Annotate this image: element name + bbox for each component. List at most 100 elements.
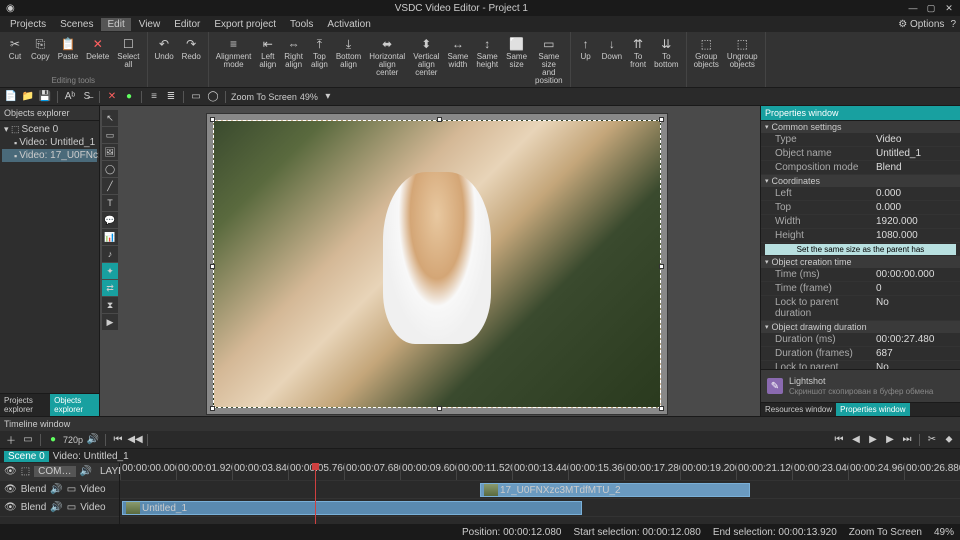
menu-editor[interactable]: Editor (168, 18, 206, 31)
up-button[interactable]: ↑Up (575, 34, 597, 63)
horizontal-align-center-button[interactable]: ⬌Horizontalaligncenter (366, 34, 408, 79)
left-align-button[interactable]: ⇤Leftalign (256, 34, 279, 71)
tab-objects-explorer[interactable]: Objects explorer (50, 394, 99, 416)
resize-handle[interactable] (210, 117, 215, 122)
options-gear-icon[interactable]: ⚙ Options (898, 19, 944, 30)
group-objects-button[interactable]: ⬚Groupobjects (691, 34, 722, 71)
timeline-track[interactable]: 17_U0FNXzc3MTdfMTU_2 (120, 481, 960, 499)
preview-canvas[interactable] (207, 114, 667, 414)
prop-row[interactable]: Time (ms)00:00:00.000 (761, 268, 960, 282)
undo-button[interactable]: ↶Undo (152, 34, 177, 63)
prop-row[interactable]: Object nameUntitled_1 (761, 147, 960, 161)
counter-tool-icon[interactable]: ⧗ (102, 297, 118, 313)
tl-step-fwd-icon[interactable]: ▶ (883, 433, 897, 447)
timeline-track[interactable]: Untitled_1 (120, 499, 960, 517)
close-button[interactable]: ✕ (944, 3, 954, 13)
prop-section[interactable]: Object creation time (761, 256, 960, 268)
same-height-button[interactable]: ↕Sameheight (473, 34, 501, 71)
circle-icon[interactable]: ◯ (206, 90, 220, 104)
prop-row[interactable]: Width1920.000 (761, 215, 960, 229)
timeline-ruler[interactable]: 00:00:00.00000:00:01.92000:00:03.84000:0… (120, 463, 960, 481)
help-icon[interactable]: ? (950, 19, 956, 30)
tl-play-icon[interactable]: ● (46, 433, 60, 447)
prop-action-button[interactable]: Set the same size as the parent has (765, 244, 956, 255)
same-size-and-position-button[interactable]: ▭Samesizeandposition (532, 34, 566, 87)
record-icon[interactable]: ● (122, 90, 136, 104)
new-icon[interactable]: 📄 (4, 90, 18, 104)
tl-add-icon[interactable]: ＋ (4, 433, 18, 447)
tl-skip-end-icon[interactable]: ⏭ (900, 433, 914, 447)
delete2-icon[interactable]: ✕ (105, 90, 119, 104)
cut-button[interactable]: ✂Cut (4, 34, 26, 63)
pointer-tool-icon[interactable]: ↖ (102, 110, 118, 126)
alignment-mode-button[interactable]: ≡Alignmentmode (213, 34, 255, 71)
font-icon[interactable]: Aᵇ (63, 90, 77, 104)
line-tool-icon[interactable]: ╱ (102, 178, 118, 194)
prop-row[interactable]: Lock to parent durationNo (761, 296, 960, 321)
breadcrumb-scene[interactable]: Scene 0 (4, 451, 49, 462)
breadcrumb-video[interactable]: Video: Untitled_1 (53, 451, 129, 462)
resize-handle[interactable] (210, 264, 215, 269)
menu-tools[interactable]: Tools (284, 18, 319, 31)
tl-rewind-icon[interactable]: ◀◀ (128, 433, 142, 447)
strike-icon[interactable]: S̶ (80, 90, 94, 104)
delete-button[interactable]: ✕Delete (83, 34, 112, 63)
tl-prev-icon[interactable]: ⏮ (111, 433, 125, 447)
to-front-button[interactable]: ⇈Tofront (627, 34, 649, 71)
video-frame[interactable] (213, 120, 661, 408)
right-align-button[interactable]: ⇔Rightalign (281, 34, 306, 71)
chart-tool-icon[interactable]: 📊 (102, 229, 118, 245)
tree-item[interactable]: ▪ Video: 17_U0FNc:c3MTdfM (2, 149, 97, 162)
menu-scenes[interactable]: Scenes (54, 18, 99, 31)
vertical-align-center-button[interactable]: ⬍Verticalaligncenter (410, 34, 442, 79)
playhead[interactable] (315, 463, 316, 524)
tree-scene[interactable]: ▾ ⬚ Scene 0 (2, 123, 97, 136)
paste-button[interactable]: 📋Paste (55, 34, 81, 63)
minimize-button[interactable]: — (908, 3, 918, 13)
fx-tool-icon[interactable]: ✦ (102, 263, 118, 279)
tl-rect-icon[interactable]: ▭ (21, 433, 35, 447)
timeline-clip[interactable]: 17_U0FNXzc3MTdfMTU_2 (480, 483, 750, 497)
tl-skip-start-icon[interactable]: ⏮ (832, 433, 846, 447)
prop-row[interactable]: Top0.000 (761, 201, 960, 215)
tab-properties[interactable]: Properties window (836, 403, 909, 416)
menu-view[interactable]: View (133, 18, 167, 31)
bottom-align-button[interactable]: ⤓Bottomalign (333, 34, 364, 71)
properties-list[interactable]: Common settingsTypeVideoObject nameUntit… (761, 121, 960, 369)
object-tree[interactable]: ▾ ⬚ Scene 0 ▪ Video: Untitled_1 ▪ Video:… (0, 121, 99, 393)
top-align-button[interactable]: ⤒Topalign (308, 34, 331, 71)
tab-resources[interactable]: Resources window (761, 403, 836, 416)
resize-handle[interactable] (210, 406, 215, 411)
menu-export-project[interactable]: Export project (208, 18, 282, 31)
tl-play2-icon[interactable]: ▶ (866, 433, 880, 447)
redo-button[interactable]: ↷Redo (179, 34, 204, 63)
resize-handle[interactable] (437, 117, 442, 122)
text-tool-icon[interactable]: T (102, 195, 118, 211)
prop-row[interactable]: Composition modeBlend (761, 161, 960, 175)
track-row[interactable]: 👁Blend🔊▭Video (0, 499, 119, 517)
tl-step-back-icon[interactable]: ◀ (849, 433, 863, 447)
copy-button[interactable]: ⎘Copy (28, 34, 53, 63)
image-tool-icon[interactable]: 🖼 (102, 144, 118, 160)
track-row[interactable]: 👁Blend🔊▭Video (0, 481, 119, 499)
ungroup-objects-button[interactable]: ⬚Ungroupobjects (724, 34, 761, 71)
tl-resolution[interactable]: 720p (63, 435, 83, 445)
notification[interactable]: ✎ Lightshot Скриншот скопирован в буфер … (761, 369, 960, 402)
select-all-button[interactable]: ☐Selectall (114, 34, 142, 71)
video-tool-icon[interactable]: ▭ (102, 127, 118, 143)
align-l-icon[interactable]: ≡ (147, 90, 161, 104)
prop-row[interactable]: TypeVideo (761, 133, 960, 147)
timeline-clip[interactable]: Untitled_1 (122, 501, 582, 515)
prop-section[interactable]: Object drawing duration (761, 321, 960, 333)
timeline-tracks[interactable]: 00:00:00.00000:00:01.92000:00:03.84000:0… (120, 463, 960, 524)
tab-projects-explorer[interactable]: Projects explorer (0, 394, 50, 416)
same-size-button[interactable]: ⬜Samesize (503, 34, 530, 71)
resize-handle[interactable] (659, 117, 664, 122)
prop-row[interactable]: Time (frame)0 (761, 282, 960, 296)
prop-row[interactable]: Height1080.000 (761, 229, 960, 243)
tl-cut-icon[interactable]: ✂ (925, 433, 939, 447)
prop-row[interactable]: Duration (ms)00:00:27.480 (761, 333, 960, 347)
tl-marker-icon[interactable]: ⬥ (942, 433, 956, 447)
same-width-button[interactable]: ↔Samewidth (444, 34, 471, 71)
resize-handle[interactable] (659, 406, 664, 411)
